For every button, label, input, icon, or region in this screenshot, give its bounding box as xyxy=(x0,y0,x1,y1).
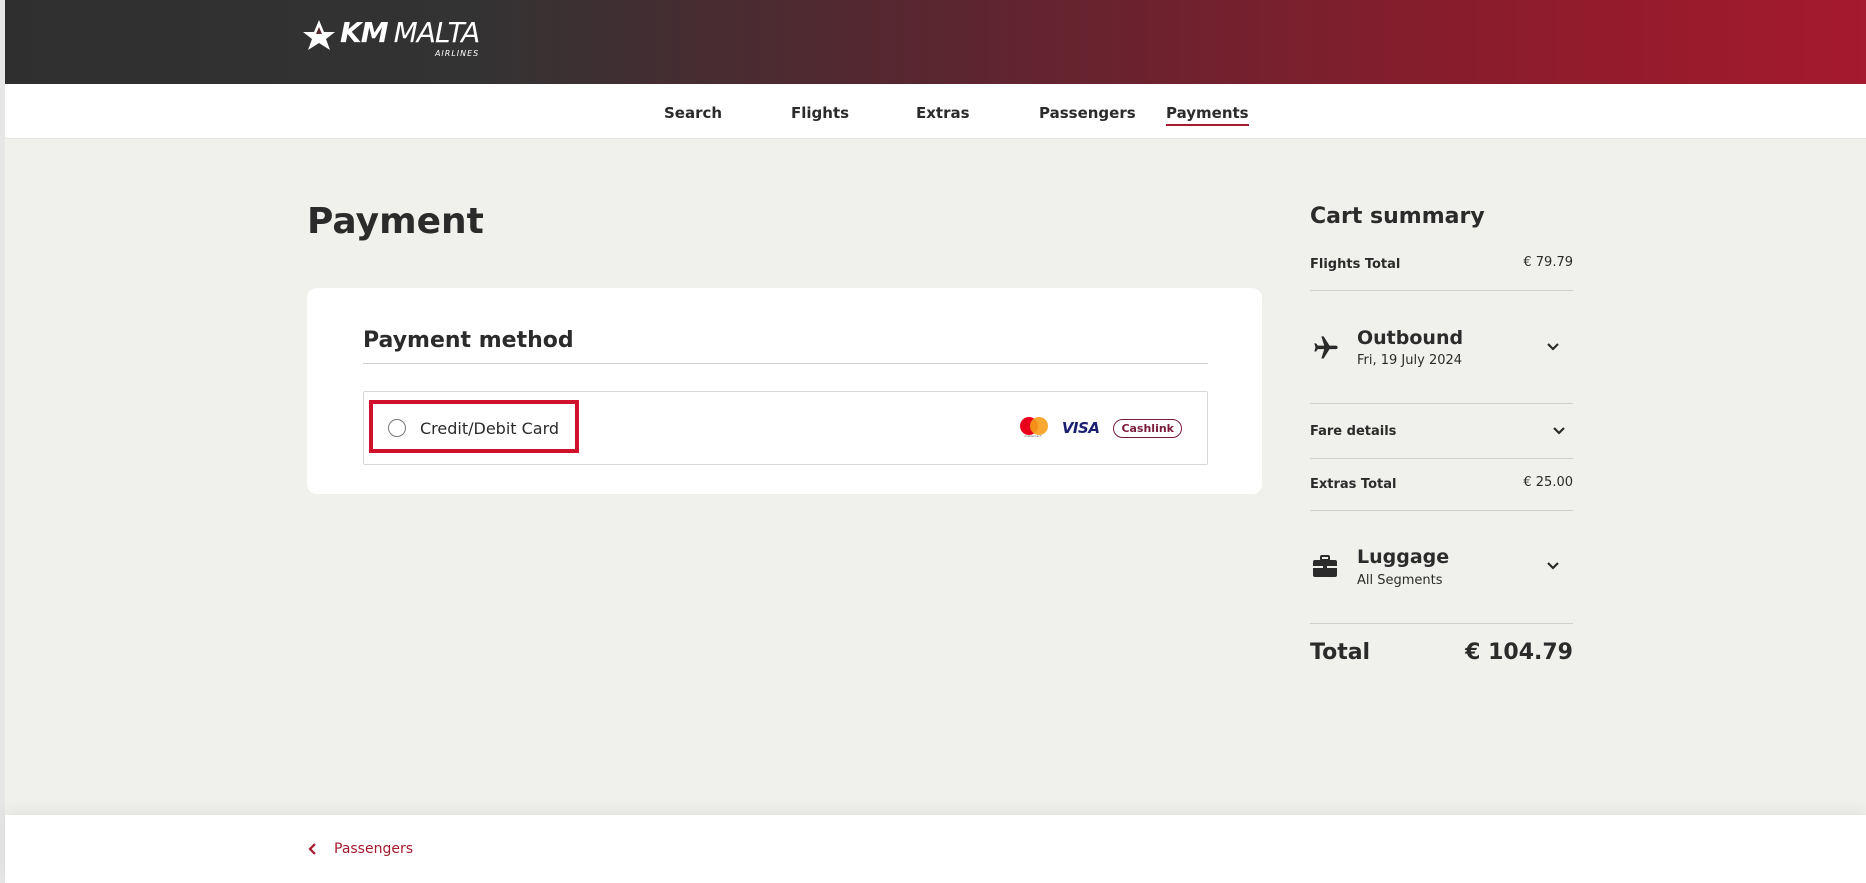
credit-debit-card-option[interactable]: Credit/Debit Card mastercard VISA Cashli… xyxy=(363,391,1208,465)
fare-details-chevron-icon[interactable] xyxy=(1551,423,1567,439)
luggage-expand-chevron-icon[interactable] xyxy=(1545,558,1561,574)
payment-method-title: Payment method xyxy=(363,328,574,353)
extras-total-value: € 25.00 xyxy=(1523,475,1573,490)
nav-search[interactable]: Search xyxy=(664,104,722,122)
nav-extras[interactable]: Extras xyxy=(916,104,970,122)
chevron-left-icon xyxy=(308,843,316,855)
fare-details-label[interactable]: Fare details xyxy=(1310,424,1396,439)
footer: Passengers xyxy=(5,815,1866,883)
divider xyxy=(1310,290,1573,291)
nav-flights[interactable]: Flights xyxy=(791,104,849,122)
divider xyxy=(1310,403,1573,404)
luggage-subtitle: All Segments xyxy=(1357,573,1443,588)
divider xyxy=(363,363,1208,364)
payment-method-card: Payment method Credit/Debit Card masterc… xyxy=(307,288,1262,494)
cart-summary-title: Cart summary xyxy=(1310,204,1485,229)
luggage-title: Luggage xyxy=(1357,546,1450,568)
flights-total-label: Flights Total xyxy=(1310,257,1401,272)
nav-payments[interactable]: Payments xyxy=(1166,104,1249,126)
header: KM MALTA AIRLINES xyxy=(5,0,1866,84)
outbound-date: Fri, 19 July 2024 xyxy=(1357,353,1463,368)
total-value: € 104.79 xyxy=(1465,640,1573,665)
nav-passengers[interactable]: Passengers xyxy=(1039,104,1136,122)
main-content: Payment Payment method Credit/Debit Card… xyxy=(5,139,1866,815)
back-to-passengers-link[interactable]: Passengers xyxy=(308,841,413,857)
outbound-title: Outbound xyxy=(1357,327,1464,349)
logo-malta: MALTA xyxy=(393,16,481,49)
extras-total-label: Extras Total xyxy=(1310,477,1397,492)
logo-star-icon xyxy=(303,20,335,50)
airplane-icon xyxy=(1312,334,1340,362)
page-title: Payment xyxy=(307,201,484,242)
total-label: Total xyxy=(1310,640,1371,665)
back-link-label[interactable]: Passengers xyxy=(334,841,413,857)
card-brand-logos: mastercard VISA Cashlink xyxy=(1018,417,1182,439)
divider xyxy=(1310,458,1573,459)
step-nav: Search Flights Extras Passengers Payment… xyxy=(5,84,1866,139)
outbound-expand-chevron-icon[interactable] xyxy=(1545,339,1561,355)
cashlink-icon: Cashlink xyxy=(1113,418,1182,438)
suitcase-icon xyxy=(1312,554,1340,582)
visa-icon: VISA xyxy=(1061,419,1100,437)
km-malta-logo[interactable]: KM MALTA AIRLINES xyxy=(302,16,481,62)
credit-debit-card-label[interactable]: Credit/Debit Card xyxy=(420,419,559,438)
credit-debit-card-radio[interactable] xyxy=(388,419,406,437)
logo-subtitle: AIRLINES xyxy=(434,49,480,58)
divider xyxy=(1310,623,1573,624)
logo-km: KM xyxy=(340,16,389,49)
divider xyxy=(1310,510,1573,511)
mastercard-icon: mastercard xyxy=(1018,417,1048,439)
flights-total-value: € 79.79 xyxy=(1523,255,1573,270)
